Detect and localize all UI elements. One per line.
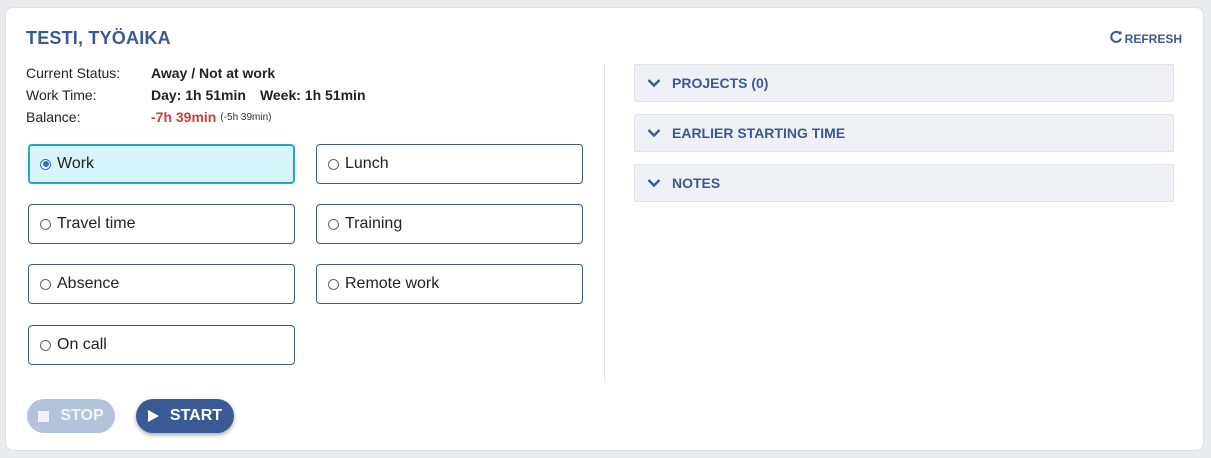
option-label: On call bbox=[57, 336, 107, 353]
balance-row: Balance: -7h 39min (-5h 39min) bbox=[26, 106, 366, 128]
earlier-starting-time-panel-header[interactable]: EARLIER STARTING TIME bbox=[634, 114, 1174, 152]
panel-label: NOTES bbox=[672, 175, 721, 191]
option-training[interactable]: Training bbox=[316, 204, 583, 244]
column-divider bbox=[604, 64, 605, 382]
radio-icon bbox=[40, 218, 51, 230]
stop-label: STOP bbox=[60, 407, 104, 424]
option-label: Travel time bbox=[57, 215, 136, 232]
status-info: Current Status: Away / Not at work Work … bbox=[26, 62, 366, 128]
radio-icon bbox=[328, 278, 339, 290]
start-button[interactable]: START bbox=[136, 399, 234, 433]
work-time-label: Work Time: bbox=[26, 87, 97, 103]
chevron-down-icon bbox=[647, 79, 661, 88]
radio-icon bbox=[328, 218, 339, 230]
balance-label: Balance: bbox=[26, 109, 81, 125]
radio-icon bbox=[40, 339, 51, 351]
play-icon bbox=[147, 410, 159, 422]
stop-icon bbox=[38, 410, 50, 422]
balance-secondary: (-5h 39min) bbox=[220, 111, 272, 123]
work-time-card: TESTI, TYÖAIKA REFRESH Current Status: A… bbox=[5, 7, 1204, 451]
week-work-time: Week: 1h 51min bbox=[259, 87, 366, 103]
stop-button[interactable]: STOP bbox=[27, 399, 115, 433]
day-work-time: Day: 1h 51min bbox=[151, 87, 246, 103]
panel-label: PROJECTS (0) bbox=[672, 75, 769, 91]
chevron-down-icon bbox=[647, 179, 661, 188]
chevron-down-icon bbox=[647, 129, 661, 138]
start-label: START bbox=[169, 407, 223, 424]
notes-panel-header[interactable]: NOTES bbox=[634, 164, 1174, 202]
option-work[interactable]: Work bbox=[28, 144, 295, 184]
work-time-row: Work Time: Day: 1h 51min Week: 1h 51min bbox=[26, 84, 366, 106]
current-status-label: Current Status: bbox=[26, 65, 121, 81]
option-on-call[interactable]: On call bbox=[28, 325, 295, 365]
option-label: Remote work bbox=[345, 275, 440, 292]
option-label: Training bbox=[345, 215, 403, 232]
option-label: Absence bbox=[57, 275, 120, 292]
option-lunch[interactable]: Lunch bbox=[316, 144, 583, 184]
panel-label: EARLIER STARTING TIME bbox=[672, 125, 846, 141]
refresh-label: REFRESH bbox=[1124, 31, 1182, 46]
option-label: Lunch bbox=[345, 155, 389, 172]
option-label: Work bbox=[57, 155, 95, 172]
projects-panel-header[interactable]: PROJECTS (0) bbox=[634, 64, 1174, 102]
option-remote-work[interactable]: Remote work bbox=[316, 264, 583, 304]
radio-icon bbox=[328, 158, 339, 170]
radio-selected-icon bbox=[40, 158, 51, 170]
balance-value: -7h 39min bbox=[151, 109, 217, 125]
page-title: TESTI, TYÖAIKA bbox=[26, 28, 171, 48]
current-status-value: Away / Not at work bbox=[151, 65, 276, 81]
refresh-icon bbox=[1109, 30, 1123, 47]
option-absence[interactable]: Absence bbox=[28, 264, 295, 304]
option-travel-time[interactable]: Travel time bbox=[28, 204, 295, 244]
radio-icon bbox=[40, 278, 51, 290]
current-status-row: Current Status: Away / Not at work bbox=[26, 62, 366, 84]
refresh-button[interactable]: REFRESH bbox=[1109, 30, 1182, 47]
